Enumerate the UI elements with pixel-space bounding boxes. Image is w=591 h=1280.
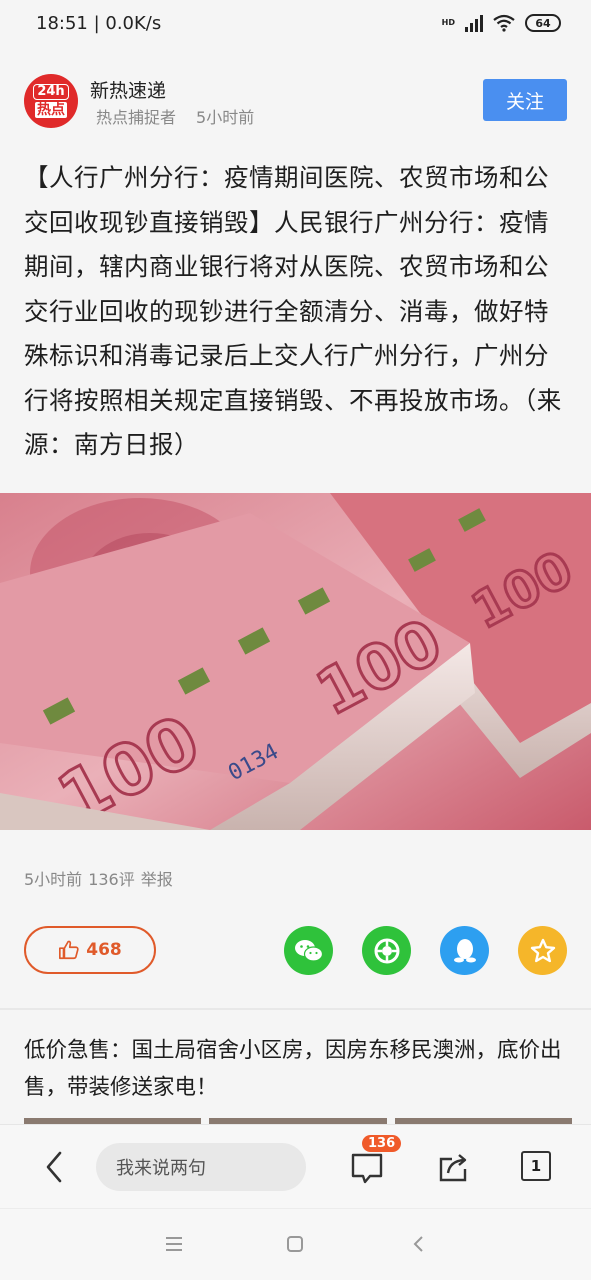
comment-count-badge: 136 xyxy=(362,1135,402,1152)
thumbs-up-icon xyxy=(59,940,79,960)
avatar[interactable]: 24h 热点 xyxy=(24,74,78,128)
moments-icon xyxy=(374,938,399,963)
signal-icon xyxy=(465,14,483,32)
meta-comments[interactable]: 136评 xyxy=(88,870,135,889)
bottom-action-bar: 我来说两句 136 1 xyxy=(0,1124,591,1208)
qq-icon xyxy=(453,938,476,962)
home-square-icon[interactable] xyxy=(286,1235,304,1253)
system-nav-bar xyxy=(0,1208,591,1280)
hd-icon: HD xyxy=(441,18,455,27)
back-arrow-icon[interactable] xyxy=(36,1147,72,1187)
status-time-speed: 18:51 | 0.0K/s xyxy=(36,13,162,34)
article-meta: 5小时前 136评 举报 xyxy=(24,866,173,890)
wechat-icon xyxy=(294,939,323,962)
share-qq-button[interactable] xyxy=(440,926,489,975)
back-nav-icon[interactable] xyxy=(412,1235,426,1253)
author-header: 24h 热点 新热速递 热点捕捉者 5小时前 关注 xyxy=(0,70,591,130)
comment-input[interactable]: 我来说两句 xyxy=(96,1143,306,1191)
author-subline: 热点捕捉者 5小时前 xyxy=(96,104,254,128)
menu-icon[interactable] xyxy=(164,1235,184,1253)
share-wechat-button[interactable] xyxy=(284,926,333,975)
battery-indicator: 64 xyxy=(525,14,561,32)
star-icon xyxy=(530,938,555,962)
meta-time: 5小时前 xyxy=(24,870,83,889)
avatar-logo-bottom: 热点 xyxy=(35,102,67,118)
share-moments-button[interactable] xyxy=(362,926,411,975)
article-image[interactable]: 100 100 100 0134 xyxy=(0,493,591,830)
promoted-item-title[interactable]: 低价急售：国土局宿舍小区房，因房东移民澳洲，底价出售，带装修送家电！ xyxy=(24,1032,572,1106)
post-time: 5小时前 xyxy=(196,108,255,127)
share-icon[interactable] xyxy=(436,1151,470,1183)
share-favorite-button[interactable] xyxy=(518,926,567,975)
status-icons: HD 64 xyxy=(442,14,561,32)
banknote-image: 100 100 100 0134 xyxy=(0,493,591,830)
article-body: 【人行广州分行：疫情期间医院、农贸市场和公交回收现钞直接销毁】人民银行广州分行：… xyxy=(24,163,562,459)
tabs-count-button[interactable]: 1 xyxy=(521,1151,551,1181)
section-divider xyxy=(0,1008,591,1010)
avatar-logo-top: 24h xyxy=(33,84,69,100)
like-count: 468 xyxy=(86,940,122,960)
author-tag: 热点捕捉者 xyxy=(96,108,177,127)
comment-icon[interactable] xyxy=(348,1149,386,1187)
report-link[interactable]: 举报 xyxy=(141,870,173,889)
like-button[interactable]: 468 xyxy=(24,926,156,974)
follow-button[interactable]: 关注 xyxy=(483,79,567,121)
author-name[interactable]: 新热速递 xyxy=(90,76,166,103)
wifi-icon xyxy=(493,14,515,32)
status-bar: 18:51 | 0.0K/s HD 64 xyxy=(0,0,591,48)
